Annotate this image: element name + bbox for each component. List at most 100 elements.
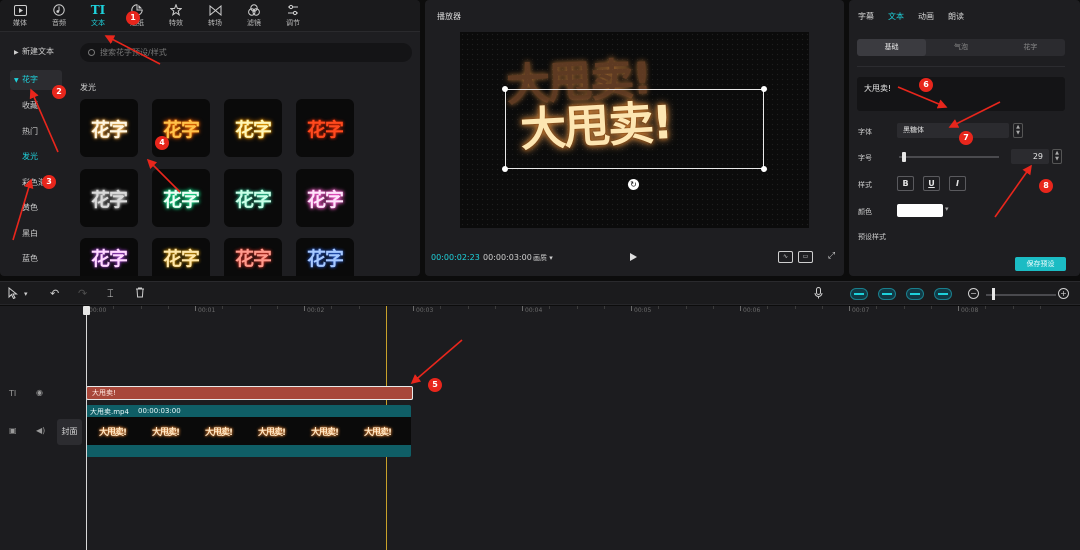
asset-toolbar: 媒体 音频 TI 文本 贴纸 特效 转场 — [0, 0, 420, 32]
ruler-minor-tick — [903, 306, 905, 309]
rotate-handle-icon[interactable]: ↻ — [628, 179, 639, 190]
playhead-handle[interactable] — [83, 306, 90, 315]
preset-tile[interactable]: 花字 — [296, 99, 354, 157]
segment-huazi[interactable]: 花字 — [996, 39, 1065, 56]
category-hot[interactable]: 热门 — [10, 122, 62, 142]
undo-icon[interactable]: ↶ — [50, 287, 59, 301]
category-bw[interactable]: 黑白 — [10, 224, 62, 244]
ratio-icon[interactable]: ▭ — [798, 251, 813, 263]
resize-handle[interactable] — [761, 86, 767, 92]
ruler-tick — [849, 306, 850, 311]
preset-tile[interactable]: 花字 — [80, 169, 138, 227]
font-label: 字体 — [858, 128, 872, 136]
preset-tile[interactable]: 花字 — [152, 169, 210, 227]
tab-read-aloud[interactable]: 朗读 — [948, 11, 964, 22]
italic-button[interactable]: I — [949, 176, 966, 191]
text-clip[interactable]: 大甩卖! — [86, 386, 413, 400]
font-size-input[interactable]: 29 — [1011, 149, 1049, 164]
speaker-icon[interactable]: ◀) — [36, 426, 45, 435]
divider — [857, 66, 1065, 67]
annotation-badge: 8 — [1039, 179, 1053, 193]
cover-button[interactable]: 封面 — [57, 419, 82, 445]
ruler-tick — [413, 306, 414, 311]
fullscreen-icon[interactable]: ⤢ — [824, 251, 839, 263]
segment-bubble[interactable]: 气泡 — [926, 39, 995, 56]
preset-tile[interactable]: 花字 — [296, 169, 354, 227]
tab-animation[interactable]: 动画 — [918, 11, 934, 22]
tab-text[interactable]: 文本 — [888, 11, 904, 22]
segment-basic[interactable]: 基础 — [857, 39, 927, 56]
waveform-icon[interactable]: ∿ — [778, 251, 793, 263]
preset-tile[interactable]: 花字 — [80, 99, 138, 157]
resize-handle[interactable] — [502, 166, 508, 172]
tool-effects[interactable]: 特效 — [157, 0, 195, 32]
film-frame: 大甩卖! — [404, 417, 411, 445]
preset-tile[interactable]: 花字 — [152, 238, 210, 276]
media-library-panel: 媒体 音频 TI 文本 贴纸 特效 转场 — [0, 0, 420, 276]
preset-tile[interactable]: 花字 — [224, 99, 282, 157]
zoom-slider[interactable] — [986, 294, 1056, 296]
preset-tile[interactable]: 花字 — [80, 238, 138, 276]
slider-handle[interactable] — [902, 152, 906, 162]
player-panel: 播放器 大甩卖! 大甩卖! ↻ 00:00:02:23 00:00:03:00 … — [425, 0, 844, 276]
tool-media[interactable]: 媒体 — [1, 0, 39, 32]
filmstrip: 大甩卖! 大甩卖! 大甩卖! 大甩卖! 大甩卖! 大甩卖! 大甩卖! — [86, 417, 411, 445]
play-icon[interactable] — [630, 253, 637, 261]
quality-dropdown[interactable]: 画质 ▾ — [533, 253, 553, 263]
text-content-input[interactable]: 大甩卖! — [857, 77, 1065, 111]
caret-down-icon: ▼ — [14, 77, 19, 84]
color-swatch[interactable] — [897, 204, 943, 217]
underline-button[interactable]: U — [923, 176, 940, 191]
preset-search-input[interactable]: 搜索花字预设/样式 — [80, 43, 412, 62]
chevron-down-icon[interactable]: ▾ — [945, 205, 949, 213]
preset-tile[interactable]: 花字 — [224, 169, 282, 227]
pointer-icon[interactable] — [8, 286, 18, 303]
microphone-icon[interactable] — [814, 287, 823, 303]
preview-axis-icon[interactable] — [934, 288, 952, 300]
category-blue[interactable]: 蓝色 — [10, 249, 62, 269]
style-segment-control: 基础 气泡 花字 — [857, 39, 1065, 56]
current-time: 00:00:02:23 — [431, 253, 480, 262]
link-main-track-icon[interactable] — [850, 288, 868, 300]
category-glow[interactable]: 发光 — [10, 147, 62, 167]
caret-right-icon: ▶ — [14, 49, 19, 56]
video-canvas[interactable]: 大甩卖! 大甩卖! ↻ — [460, 32, 809, 228]
ruler-minor-tick — [467, 306, 469, 309]
zoom-slider-handle[interactable] — [992, 288, 995, 300]
ruler-minor-tick — [549, 306, 551, 309]
time-ruler[interactable]: 00:00 00:01 00:02 00:03 00:04 00:05 00:06 00:07… — [0, 306, 1080, 320]
tab-subtitle[interactable]: 字幕 — [858, 11, 874, 22]
font-select[interactable]: 黑糖体 — [897, 123, 1009, 138]
category-yellow[interactable]: 黄色 — [10, 198, 62, 218]
preset-tile[interactable]: 花字 — [224, 238, 282, 276]
film-frame: 大甩卖! — [151, 427, 180, 438]
eye-icon[interactable]: ◉ — [36, 388, 43, 397]
zoom-in-icon[interactable]: + — [1058, 288, 1069, 299]
category-favorites[interactable]: 收藏 — [10, 96, 62, 116]
tool-adjust[interactable]: 调节 — [274, 0, 312, 32]
resize-handle[interactable] — [761, 166, 767, 172]
chevron-down-icon[interactable]: ▾ — [24, 287, 28, 301]
ruler-tick — [631, 306, 632, 311]
magnet-snap-icon[interactable] — [878, 288, 896, 300]
font-size-slider[interactable] — [899, 152, 999, 162]
size-stepper-icon[interactable]: ▲ ▼ — [1052, 149, 1062, 164]
preset-tile[interactable]: 花字 — [296, 238, 354, 276]
font-stepper-icon[interactable]: ▲ ▼ — [1013, 123, 1023, 138]
linkage-icon[interactable] — [906, 288, 924, 300]
playhead[interactable] — [86, 306, 87, 550]
bold-button[interactable]: B — [897, 176, 914, 191]
text-selection-box[interactable] — [502, 86, 767, 172]
tool-filter[interactable]: 滤镜 — [235, 0, 273, 32]
zoom-out-icon[interactable]: − — [968, 288, 979, 299]
ruler-label: 00:03 — [416, 307, 434, 314]
split-icon[interactable]: ⌶ — [107, 287, 114, 301]
resize-handle[interactable] — [502, 86, 508, 92]
tool-text[interactable]: TI 文本 — [79, 0, 117, 32]
video-clip[interactable]: 大甩卖.mp4 00:00:03:00 大甩卖! 大甩卖! 大甩卖! 大甩卖! … — [86, 405, 411, 457]
tool-audio[interactable]: 音频 — [40, 0, 78, 32]
delete-icon[interactable] — [135, 287, 145, 302]
save-preset-button[interactable]: 保存预设 — [1015, 257, 1066, 271]
new-text-button[interactable]: ▶ 新建文本 — [10, 42, 62, 62]
tool-transition[interactable]: 转场 — [196, 0, 234, 32]
